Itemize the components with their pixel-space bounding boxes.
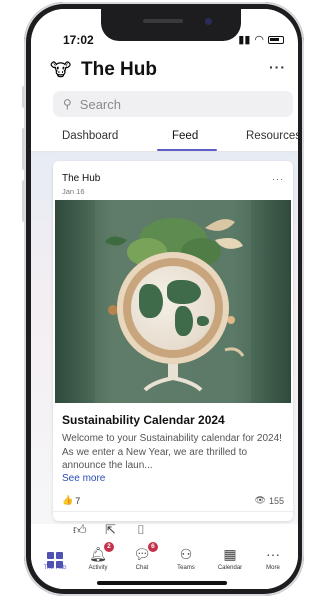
view-count: 👁 155: [255, 495, 284, 506]
post-image[interactable]: [55, 200, 291, 403]
chat-badge: 6: [147, 542, 158, 552]
post-card[interactable]: The Hub Jan 16 ··· Sustainability Calend…: [53, 161, 293, 521]
battery-icon: [268, 35, 284, 44]
activity-badge: 2: [103, 542, 114, 552]
tab-feed[interactable]: Feed: [172, 130, 198, 142]
thumbs-up-reaction-icon: 👍: [62, 495, 74, 505]
post-excerpt: Welcome to your Sustainability calendar …: [62, 433, 282, 471]
home-indicator: [97, 581, 227, 585]
camera: [205, 18, 212, 25]
phone-screen: 17:02 ▮▮ ◠ 🐮 The Hub ··· ⚲ Search Dashbo…: [31, 9, 298, 589]
nav-label: Activity: [88, 565, 108, 571]
see-more-link[interactable]: See more: [62, 473, 105, 484]
calendar-icon: ▦: [223, 546, 237, 562]
speaker: [143, 19, 183, 23]
view-count-value: 155: [268, 495, 284, 506]
tab-resources[interactable]: Resources: [246, 130, 298, 142]
nav-calendar[interactable]: ▦ Calendar: [210, 545, 250, 571]
post-source: The Hub: [62, 173, 101, 184]
nav-the-hub[interactable]: The Hub: [35, 545, 75, 571]
app-header: 🐮 The Hub ···: [31, 55, 298, 89]
bell-icon: 🔔︎ 2: [89, 542, 114, 563]
nav-label: Calendar: [217, 565, 243, 571]
page-title: The Hub: [81, 59, 157, 80]
divider: [53, 511, 293, 512]
hub-grid-icon: [47, 545, 63, 568]
notch: [101, 9, 241, 41]
reaction-count: 7: [75, 495, 81, 506]
hub-logo-icon: 🐮: [50, 60, 72, 80]
post-actions: 👍︎ ⇱ ⌷: [53, 521, 293, 543]
eye-icon: 👁: [254, 495, 266, 505]
nav-more[interactable]: ··· More: [253, 545, 293, 571]
bookmark-icon[interactable]: ⌷: [137, 522, 145, 538]
nav-label: Chat: [135, 565, 149, 571]
search-icon: ⚲: [63, 97, 72, 111]
nav-chat[interactable]: 💬︎ 6 Chat: [122, 542, 162, 571]
tab-dashboard[interactable]: Dashboard: [62, 130, 118, 142]
chat-icon: 💬︎ 6: [133, 542, 158, 563]
search-input[interactable]: ⚲ Search: [53, 91, 293, 117]
share-icon[interactable]: ⇱: [105, 522, 116, 538]
like-icon[interactable]: 👍︎: [73, 522, 87, 538]
signal-icon: ▮▮: [238, 34, 251, 46]
post-date: Jan 16: [62, 187, 85, 196]
reaction-summary[interactable]: 👍 7: [62, 495, 80, 506]
nav-activity[interactable]: 🔔︎ 2 Activity: [78, 542, 118, 571]
nav-label: More: [266, 565, 280, 571]
status-time: 17:02: [63, 33, 94, 47]
post-title[interactable]: Sustainability Calendar 2024: [62, 413, 225, 427]
search-placeholder: Search: [79, 96, 121, 112]
nav-label: Teams: [177, 565, 195, 571]
earth-globe-artwork: [117, 252, 229, 364]
wifi-icon: ◠: [254, 34, 264, 46]
tab-bar: Dashboard Feed Resources: [53, 123, 298, 151]
more-icon: ···: [266, 546, 280, 562]
status-icons: ▮▮ ◠: [238, 33, 284, 46]
teams-icon: ⚇: [179, 546, 193, 562]
nav-teams[interactable]: ⚇ Teams: [166, 545, 206, 571]
more-options-button[interactable]: ···: [269, 59, 286, 75]
post-more-button[interactable]: ···: [272, 174, 284, 184]
